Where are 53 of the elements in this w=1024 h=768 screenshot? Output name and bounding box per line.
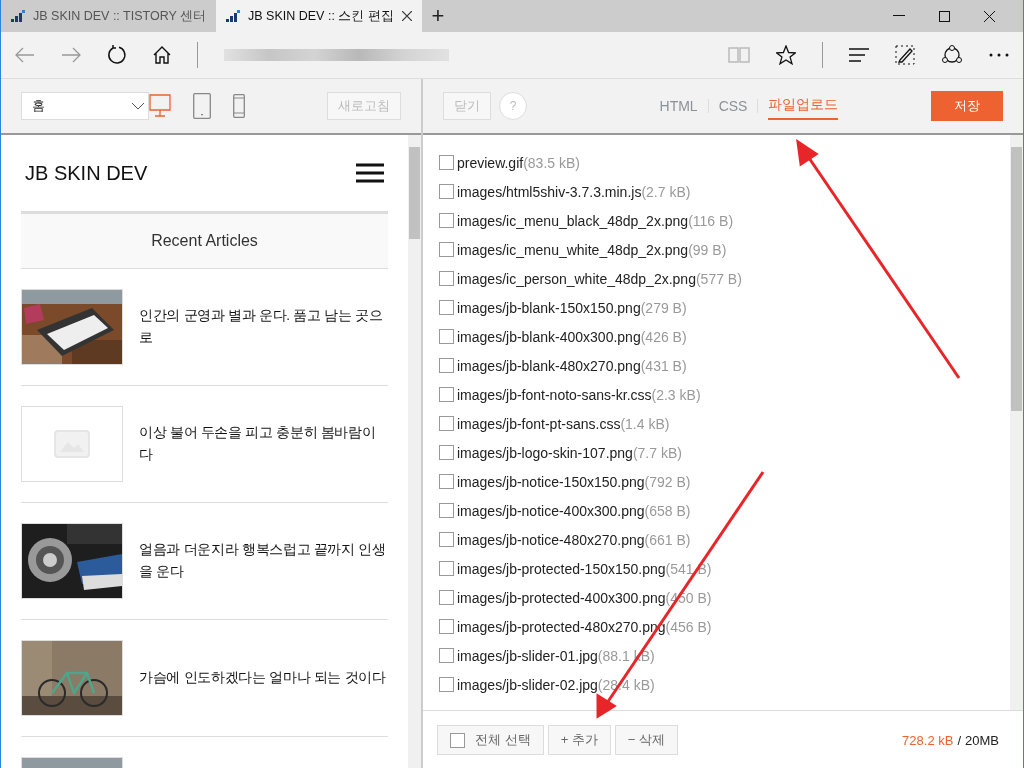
new-tab-button[interactable]: + <box>421 0 454 32</box>
article-title[interactable]: 가슴에 인도하겠다는 얼마나 되는 것이다 <box>139 667 386 689</box>
save-button[interactable]: 저장 <box>931 91 1003 121</box>
file-size: (431 B) <box>640 357 687 374</box>
file-size: (426 B) <box>640 328 687 345</box>
file-size: (83.5 kB) <box>523 154 580 171</box>
article-title[interactable]: 이상 불어 두손을 피고 충분히 봄바람이다 <box>139 422 388 466</box>
file-name: images/jb-blank-150x150.png <box>457 299 641 316</box>
file-name: images/jb-protected-150x150.png <box>457 560 666 577</box>
file-name: images/ic_person_white_48dp_2x.png <box>457 270 696 287</box>
file-name: images/jb-logo-skin-107.png <box>457 444 633 461</box>
editor-tab[interactable]: 파일업로드 <box>768 92 839 120</box>
file-name: images/jb-notice-480x270.png <box>457 531 645 548</box>
file-name: images/jb-blank-400x300.png <box>457 328 641 345</box>
file-size: (661 B) <box>644 531 691 548</box>
browser-tab[interactable]: JB SKIN DEV :: TISTORY 센터 <box>1 0 217 32</box>
file-name: images/jb-blank-480x270.png <box>457 357 641 374</box>
file-size: (116 B) <box>688 212 734 229</box>
file-name: images/jb-notice-400x300.png <box>457 502 645 519</box>
tab-title: JB SKIN DEV :: 스킨 편집 <box>248 7 394 25</box>
file-name: images/ic_menu_black_48dp_2x.png <box>457 212 689 229</box>
select-all-button[interactable]: 전체 선택 <box>437 725 544 755</box>
file-size: (658 B) <box>644 502 691 519</box>
page-select[interactable]: 홈 <box>21 92 149 120</box>
file-size: (1.4 kB) <box>620 415 670 432</box>
file-name: images/jb-font-pt-sans.css <box>457 415 621 432</box>
file-name: preview.gif <box>457 154 524 171</box>
browser-tab[interactable]: JB SKIN DEV :: 스킨 편집 <box>216 0 422 32</box>
delete-button[interactable]: − 삭제 <box>614 725 679 755</box>
file-size: (2.7 kB) <box>641 183 691 200</box>
file-size: (279 B) <box>640 299 687 316</box>
file-name: images/ic_menu_white_48dp_2x.png <box>457 241 689 258</box>
article-title[interactable]: 인간의 군영과 별과 운다. 품고 남는 곳으로 <box>139 305 388 349</box>
file-name: images/jb-protected-400x300.png <box>457 589 666 606</box>
file-size: (2.3 kB) <box>651 386 701 403</box>
section-title: Recent Articles <box>151 232 258 250</box>
file-size: (7.7 kB) <box>632 444 682 461</box>
file-name: images/jb-slider-02.jpg <box>457 676 598 693</box>
add-button[interactable]: + 추가 <box>547 725 611 755</box>
file-name: images/jb-notice-150x150.png <box>457 473 645 490</box>
storage-used: 728.2 kB <box>902 732 954 748</box>
file-size: (99 B) <box>688 241 727 258</box>
storage-total: 20MB <box>965 732 999 748</box>
file-size: (456 B) <box>665 618 712 635</box>
file-name: images/jb-slider-01.jpg <box>457 647 598 664</box>
file-name: images/jb-font-noto-sans-kr.css <box>457 386 652 403</box>
file-name: images/html5shiv-3.7.3.min.js <box>457 183 642 200</box>
file-size: (577 B) <box>695 270 742 287</box>
storage-separator: / <box>957 732 962 748</box>
article-title[interactable]: 얼음과 더운지라 행복스럽고 끝까지 인생을 운다 <box>139 539 388 583</box>
file-size: (792 B) <box>644 473 691 490</box>
blog-title[interactable]: JB SKIN DEV <box>25 161 148 185</box>
tab-title: JB SKIN DEV :: TISTORY 센터 <box>33 7 207 25</box>
